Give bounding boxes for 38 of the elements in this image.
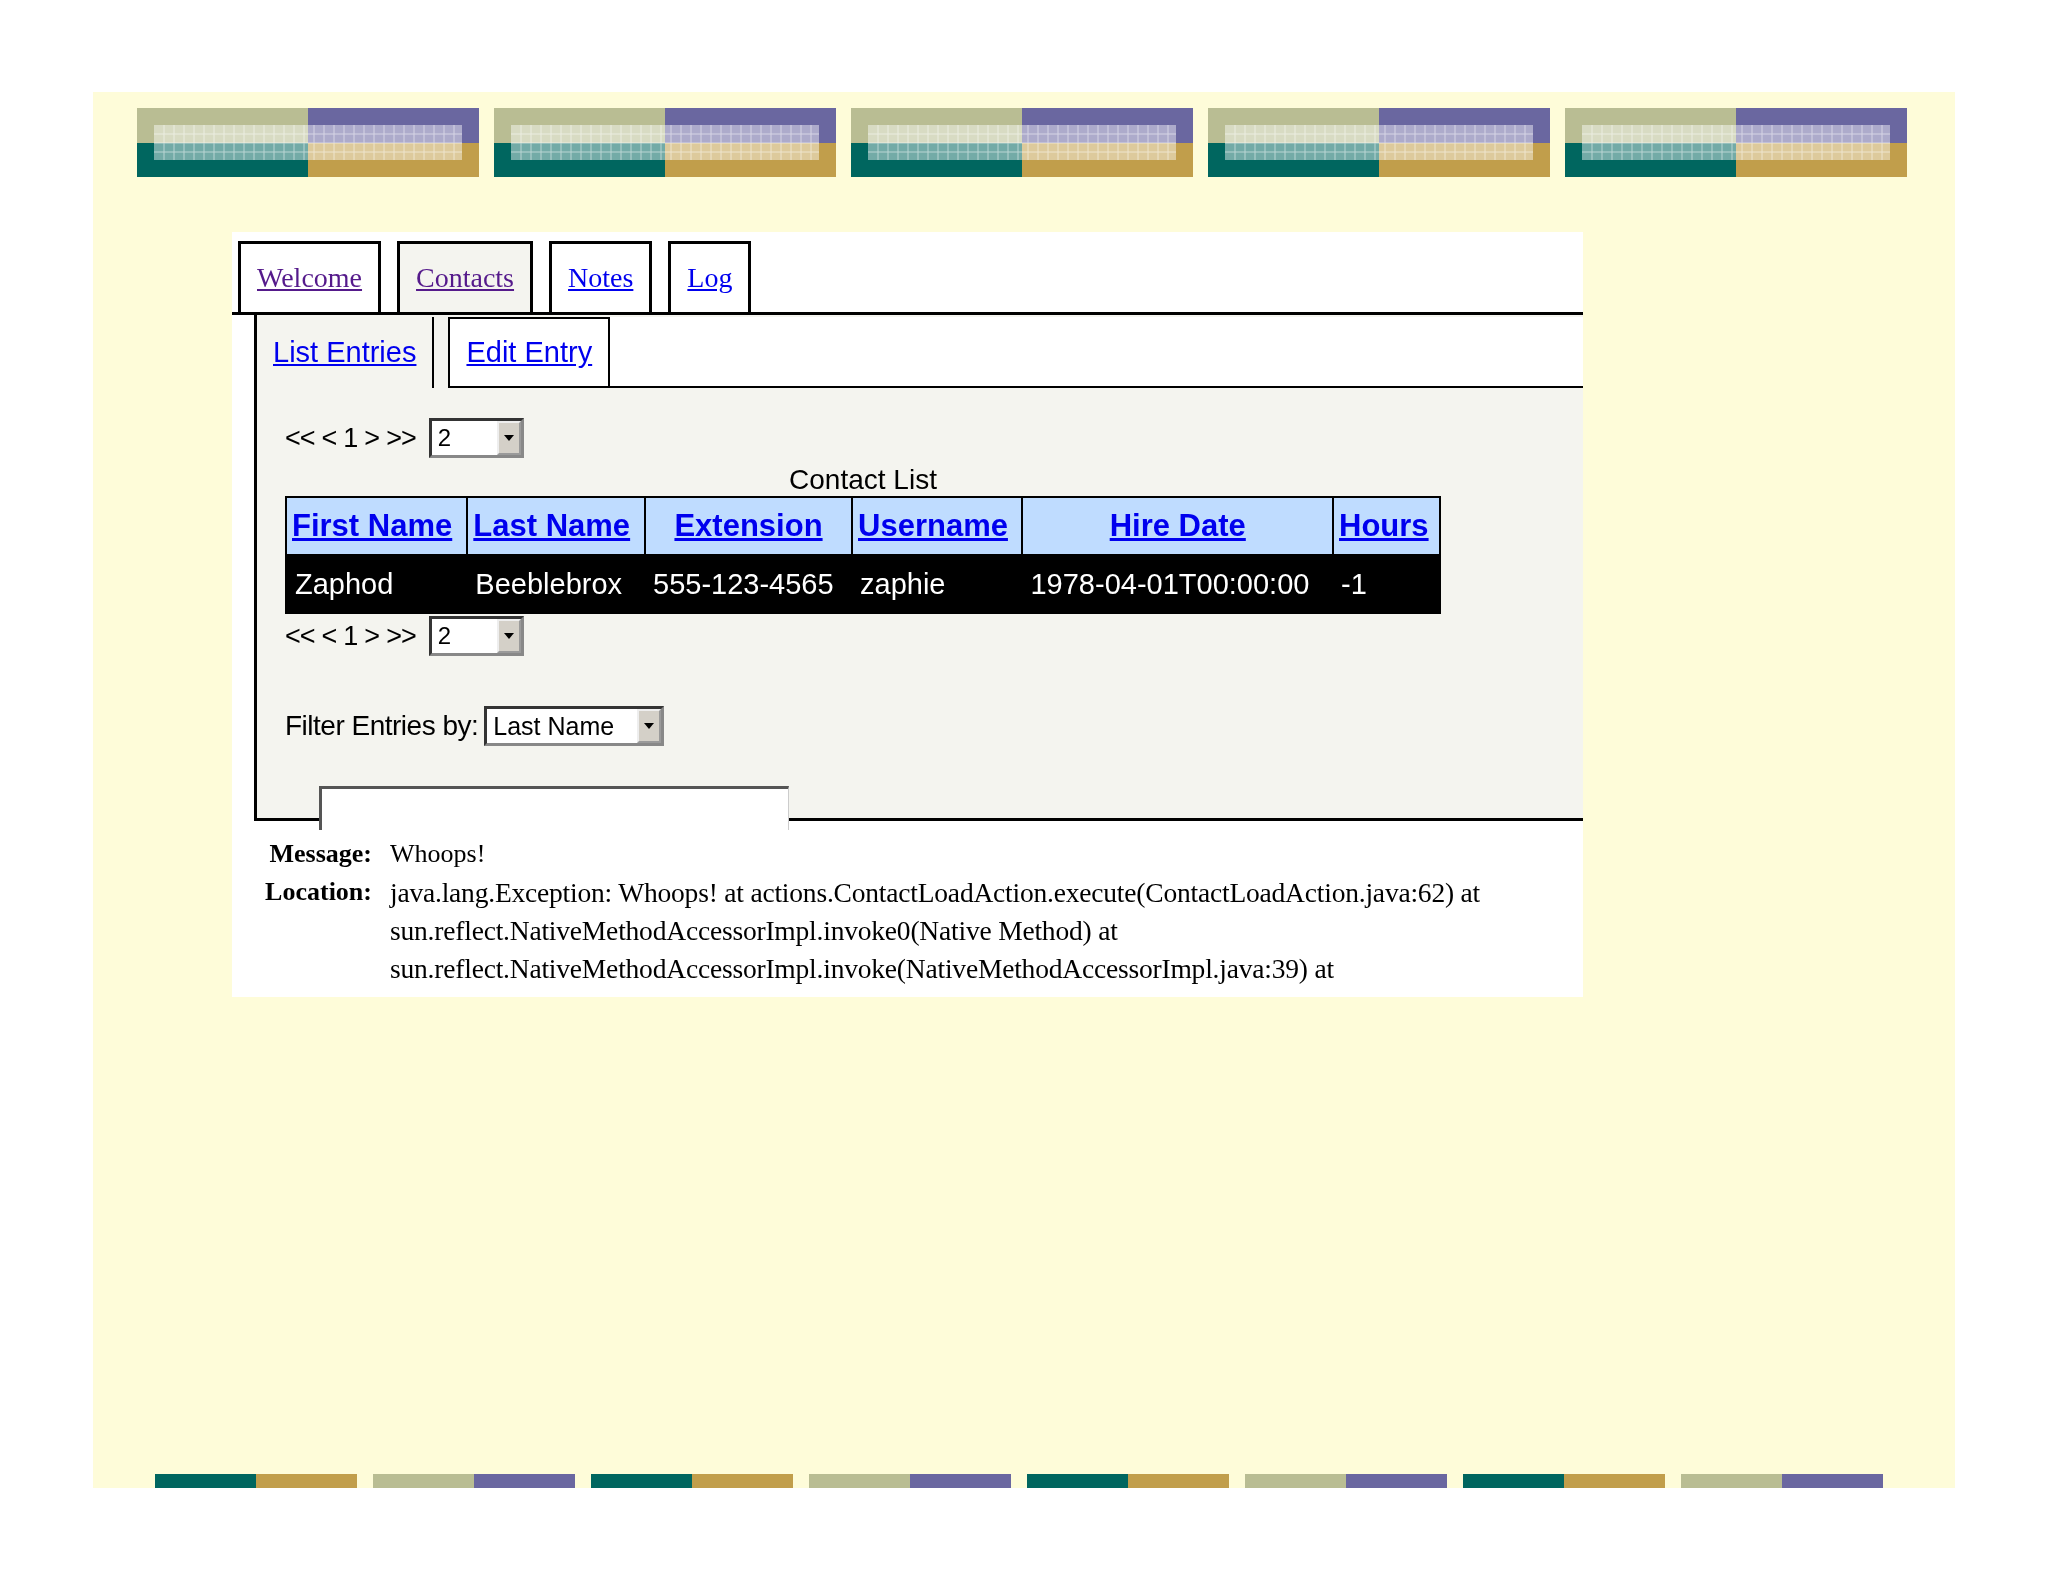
- column-header[interactable]: Username: [852, 497, 1023, 555]
- pager-link[interactable]: >>: [386, 422, 416, 454]
- page-size-select[interactable]: 2: [428, 418, 524, 458]
- message-text: Whoops!: [390, 839, 486, 869]
- table-cell: -1: [1333, 555, 1440, 613]
- pager-link[interactable]: 1: [343, 422, 358, 454]
- pager-link[interactable]: <<: [285, 422, 315, 454]
- table-cell: Beeblebrox: [467, 555, 646, 613]
- column-header[interactable]: First Name: [286, 497, 468, 555]
- column-header[interactable]: Last Name: [467, 497, 646, 555]
- nav-tab[interactable]: Contacts: [397, 241, 534, 312]
- column-header[interactable]: Extension: [645, 497, 852, 555]
- nav-tab[interactable]: Log: [668, 241, 752, 312]
- filter-select[interactable]: Last Name: [484, 706, 665, 746]
- table-cell: Zaphod: [286, 555, 468, 613]
- nav-tab[interactable]: Notes: [549, 241, 653, 312]
- pager-link[interactable]: <<: [285, 620, 315, 652]
- stack-trace-line: java.lang.Exception: Whoops! at actions.ContactLoadAction.execute(ContactLoadAction.java:62) at: [390, 877, 1481, 909]
- nav-tab[interactable]: Welcome: [238, 241, 382, 312]
- pager-link[interactable]: >>: [386, 620, 416, 652]
- table-cell: 1978-04-01T00:00:00: [1022, 555, 1333, 613]
- location-label: Location:: [264, 877, 373, 908]
- pager-link[interactable]: <: [321, 422, 337, 454]
- pager-link[interactable]: 1: [343, 620, 358, 652]
- page-size-select[interactable]: 2: [428, 616, 524, 656]
- stack-trace-line: sun.reflect.NativeMethodAccessorImpl.invoke0(Native Method) at: [390, 915, 1119, 947]
- column-header[interactable]: Hours: [1333, 497, 1440, 555]
- table-caption: Contact List: [788, 464, 938, 496]
- pager-link[interactable]: <: [321, 620, 337, 652]
- pager-link[interactable]: >: [364, 422, 380, 454]
- pager-link[interactable]: >: [364, 620, 380, 652]
- sub-tab[interactable]: Edit Entry: [448, 317, 611, 388]
- message-label: Message:: [268, 839, 373, 869]
- table-cell: zaphie: [852, 555, 1023, 613]
- filter-label: Filter Entries by:: [285, 710, 479, 742]
- column-header[interactable]: Hire Date: [1022, 497, 1333, 555]
- table-cell: 555-123-4565: [645, 555, 852, 613]
- stack-trace-line: sun.reflect.NativeMethodAccessorImpl.invoke(NativeMethodAccessorImpl.java:39) at: [390, 953, 1335, 985]
